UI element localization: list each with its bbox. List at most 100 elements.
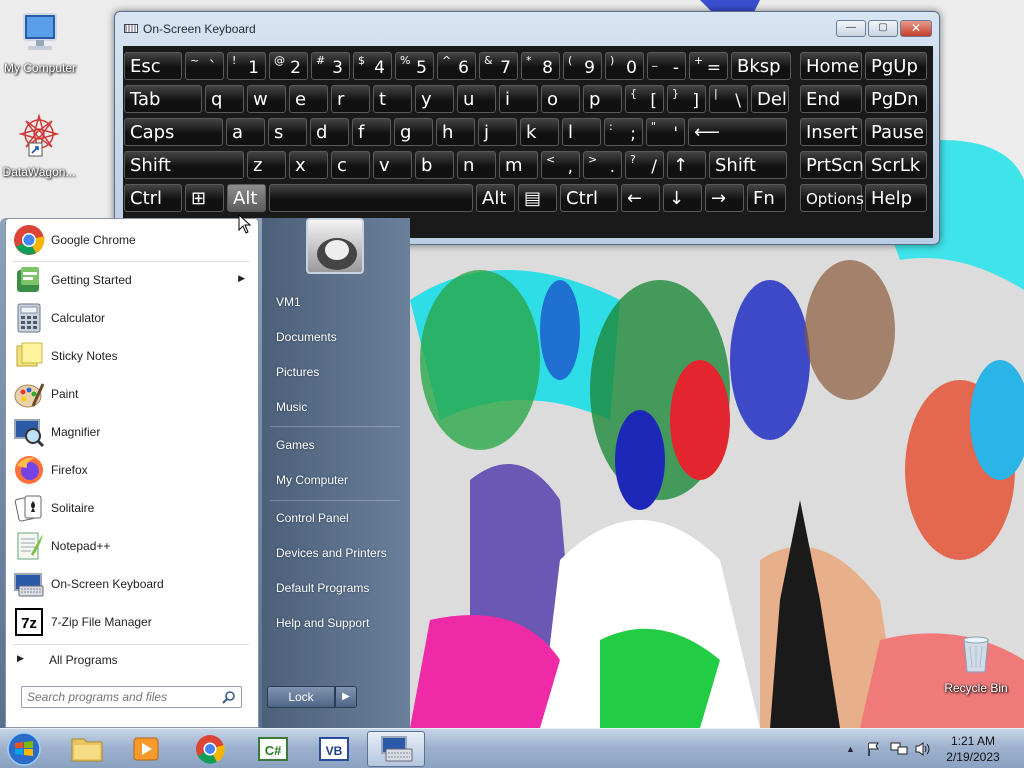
desktop-icon-datawagon[interactable]: DataWagon... xyxy=(0,112,81,179)
key-symbol-1-13[interactable]: | \ xyxy=(709,85,748,113)
key-x[interactable]: x xyxy=(289,151,328,179)
key-symbol-4-5[interactable]: ▤ xyxy=(518,184,557,212)
key-fn[interactable]: Fn xyxy=(747,184,786,212)
key-bksp[interactable]: Bksp xyxy=(731,52,791,80)
key-e[interactable]: e xyxy=(289,85,328,113)
search-input[interactable] xyxy=(27,689,217,705)
start-link-devices-and-printers[interactable]: Devices and Printers xyxy=(276,546,387,560)
taskbar-chrome-button[interactable] xyxy=(181,731,239,767)
program-getting-started[interactable]: Getting Started ▶ xyxy=(9,261,255,299)
maximize-button[interactable]: ▢ xyxy=(868,20,898,37)
key-symbol-4-9[interactable]: → xyxy=(705,184,744,212)
key-ctrl[interactable]: Ctrl xyxy=(560,184,618,212)
minimize-button[interactable]: — xyxy=(836,20,866,37)
desktop-icon-my-computer[interactable]: My Computer xyxy=(0,12,82,75)
key-f[interactable]: f xyxy=(352,118,391,146)
taskbar-on-screen-keyboard-button[interactable] xyxy=(367,731,425,767)
start-link-games[interactable]: Games xyxy=(276,438,315,452)
key-symbol-1-12[interactable]: }] xyxy=(667,85,706,113)
key-symbol-3-11[interactable]: ↑ xyxy=(667,151,706,179)
key-esc[interactable]: Esc xyxy=(124,52,182,80)
key-j[interactable]: j xyxy=(478,118,517,146)
key-symbol-4-7[interactable]: ← xyxy=(621,184,660,212)
program-calculator[interactable]: Calculator xyxy=(9,299,255,337)
taskbar-vb-button[interactable]: VB xyxy=(305,731,363,767)
key-b[interactable]: b xyxy=(415,151,454,179)
user-picture[interactable] xyxy=(306,218,364,274)
key-s[interactable]: s xyxy=(268,118,307,146)
key-a[interactable]: a xyxy=(226,118,265,146)
key-t[interactable]: t xyxy=(373,85,412,113)
key-o[interactable]: o xyxy=(541,85,580,113)
key-alt[interactable]: Alt xyxy=(476,184,515,212)
key-m[interactable]: m xyxy=(499,151,538,179)
key-h[interactable]: h xyxy=(436,118,475,146)
key-symbol-2-12[interactable]: ⟵ xyxy=(688,118,787,146)
key-symbol-2-11[interactable]: " ' xyxy=(646,118,685,146)
taskbar-media-player-button[interactable] xyxy=(117,731,175,767)
key-prtscn[interactable]: PrtScn xyxy=(800,151,864,179)
program-sticky-notes[interactable]: Sticky Notes xyxy=(9,337,255,375)
program-7zip[interactable]: 7z 7-Zip File Manager xyxy=(9,603,255,641)
key-shift[interactable]: Shift xyxy=(124,151,244,179)
shutdown-options-arrow-button[interactable]: ▶ xyxy=(335,686,357,708)
key-del[interactable]: Del xyxy=(751,85,789,113)
program-google-chrome[interactable]: Google Chrome xyxy=(9,221,255,259)
key-5[interactable]: % 5 xyxy=(395,52,434,80)
search-box[interactable] xyxy=(21,686,242,708)
taskbar-explorer-button[interactable] xyxy=(58,731,116,767)
start-link-music[interactable]: Music xyxy=(276,400,307,414)
key-9[interactable]: (9 xyxy=(563,52,602,80)
key-caps[interactable]: Caps xyxy=(124,118,223,146)
all-programs-button[interactable]: ▶ All Programs xyxy=(9,644,255,672)
program-notepad-plus-plus[interactable]: Notepad++ xyxy=(9,527,255,565)
lock-button[interactable]: Lock xyxy=(267,686,335,708)
key-z[interactable]: z xyxy=(247,151,286,179)
key-v[interactable]: v xyxy=(373,151,412,179)
key-symbol-0-12[interactable]: _ - xyxy=(647,52,686,80)
key-w[interactable]: w xyxy=(247,85,286,113)
key-symbol-0-13[interactable]: + = xyxy=(689,52,728,80)
osk-titlebar[interactable]: On-Screen Keyboard — ▢ ✕ xyxy=(115,12,939,46)
start-link-vm1[interactable]: VM1 xyxy=(276,295,301,309)
program-on-screen-keyboard[interactable]: On-Screen Keyboard xyxy=(9,565,255,603)
key-3[interactable]: #3 xyxy=(311,52,350,80)
key-symbol-1-11[interactable]: {[ xyxy=(625,85,664,113)
key-c[interactable]: c xyxy=(331,151,370,179)
volume-icon[interactable] xyxy=(914,741,932,757)
key-scrlk[interactable]: ScrLk xyxy=(865,151,927,179)
key-symbol-0-1[interactable]: ~ ` xyxy=(185,52,224,80)
program-solitaire[interactable]: Solitaire xyxy=(9,489,255,527)
program-paint[interactable]: Paint xyxy=(9,375,255,413)
start-link-default-programs[interactable]: Default Programs xyxy=(276,581,369,595)
show-hidden-icons-arrow[interactable]: ▲ xyxy=(846,744,855,754)
key-0[interactable]: ) 0 xyxy=(605,52,644,80)
key-symbol-3-9[interactable]: >. xyxy=(583,151,622,179)
key-d[interactable]: d xyxy=(310,118,349,146)
key-4[interactable]: $4 xyxy=(353,52,392,80)
key-u[interactable]: u xyxy=(457,85,496,113)
key-alt[interactable]: Alt xyxy=(227,184,266,212)
key-symbol-4-1[interactable]: ⊞ xyxy=(185,184,224,212)
key-6[interactable]: ^ 6 xyxy=(437,52,476,80)
key-i[interactable]: i xyxy=(499,85,538,113)
desktop-icon-recycle-bin[interactable]: Recycle Bin xyxy=(934,632,1018,695)
close-button[interactable]: ✕ xyxy=(900,20,932,37)
key-k[interactable]: k xyxy=(520,118,559,146)
key-symbol-3-8[interactable]: <, xyxy=(541,151,580,179)
network-icon[interactable] xyxy=(890,741,908,757)
key-ctrl[interactable]: Ctrl xyxy=(124,184,182,212)
program-magnifier[interactable]: Magnifier xyxy=(9,413,255,451)
key-7[interactable]: & 7 xyxy=(479,52,518,80)
key-symbol-4-8[interactable]: ↓ xyxy=(663,184,702,212)
key-end[interactable]: End xyxy=(800,85,862,113)
key-r[interactable]: r xyxy=(331,85,370,113)
key-symbol-2-10[interactable]: :; xyxy=(604,118,643,146)
start-link-help-and-support[interactable]: Help and Support xyxy=(276,616,369,630)
key-n[interactable]: n xyxy=(457,151,496,179)
key-q[interactable]: q xyxy=(205,85,244,113)
key-tab[interactable]: Tab xyxy=(124,85,202,113)
start-button[interactable] xyxy=(2,731,52,767)
key-y[interactable]: y xyxy=(415,85,454,113)
start-link-documents[interactable]: Documents xyxy=(276,330,337,344)
